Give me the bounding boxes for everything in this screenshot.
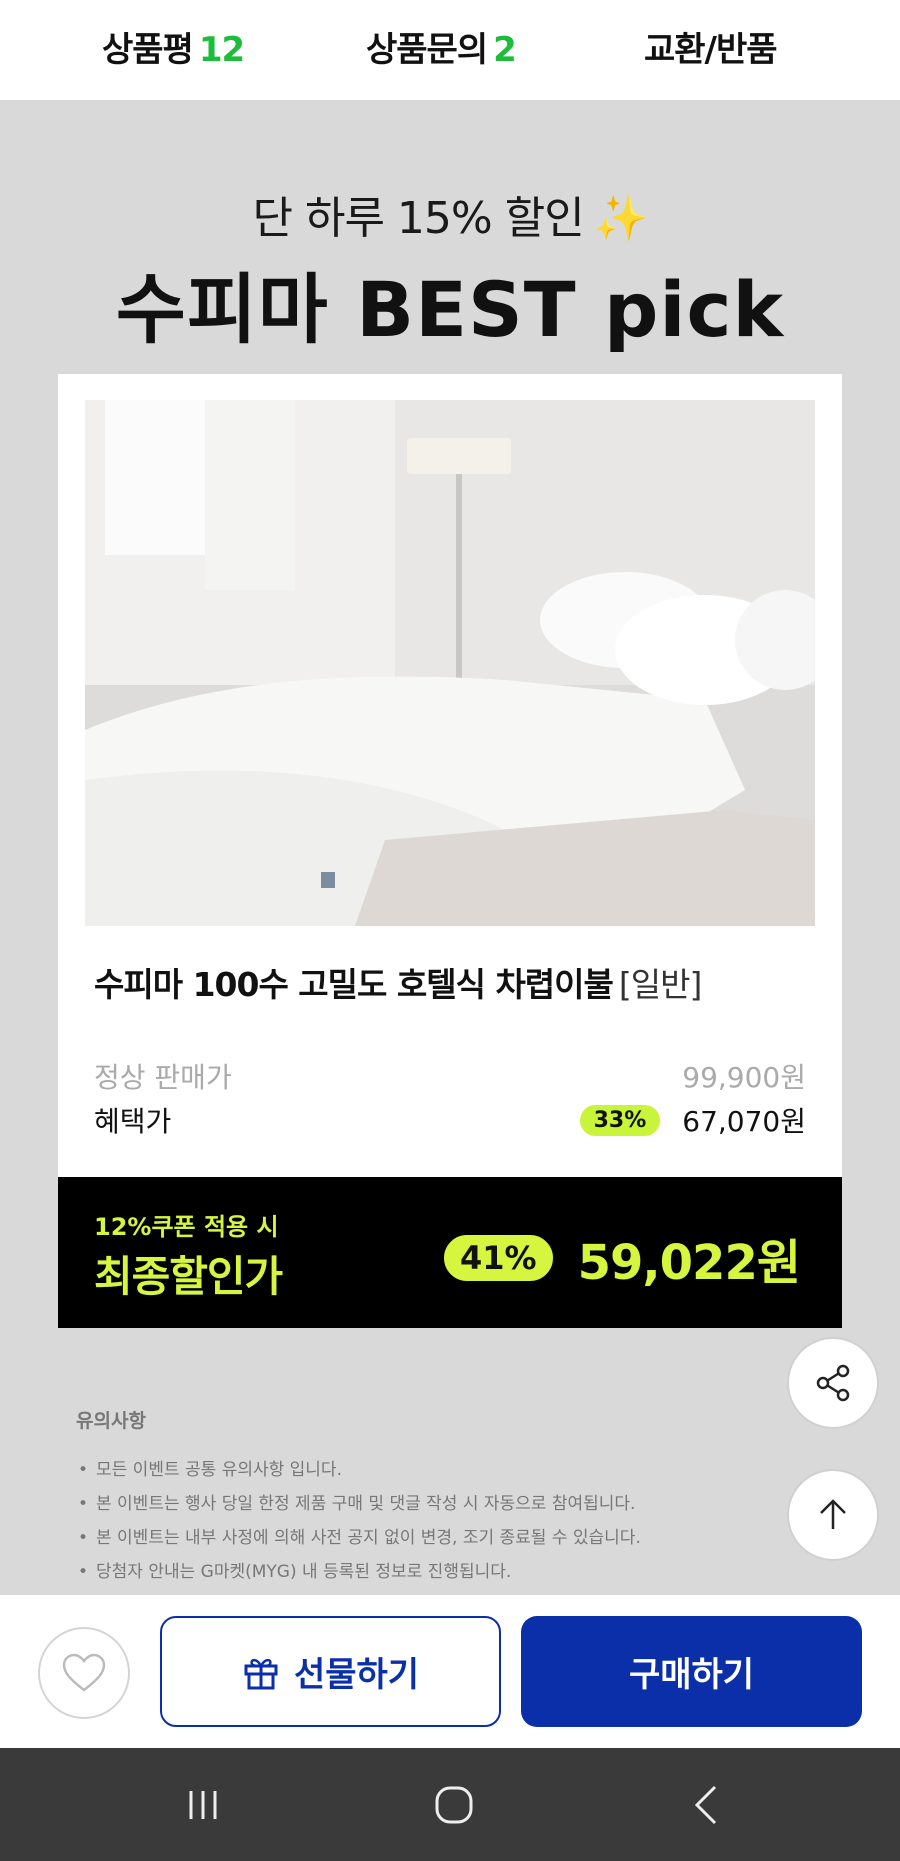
notice-list: 모든 이벤트 공통 유의사항 입니다. 본 이벤트는 행사 당일 한정 제품 구…	[76, 1453, 776, 1613]
buy-button-label: 구매하기	[628, 1655, 755, 1695]
gift-button[interactable]: 선물하기	[160, 1616, 501, 1727]
normal-price: 99,900원	[682, 1061, 806, 1094]
recent-apps-icon	[189, 1791, 217, 1819]
wishlist-button[interactable]	[38, 1627, 130, 1719]
sparkle-icon: ✨	[593, 193, 649, 244]
tab-reviews-label: 상품평	[102, 30, 194, 70]
normal-price-row: 정상 판매가 99,900원	[94, 1056, 806, 1096]
promo-banner: 단 하루 15% 할인 ✨ 수피마 BEST pick 수피마 100수 고밀도…	[0, 100, 900, 1613]
normal-price-label: 정상 판매가	[94, 1061, 232, 1094]
final-price: 59,022원	[577, 1235, 801, 1291]
benefit-price-row: 혜택가 33% 67,070원	[94, 1100, 806, 1140]
back-button[interactable]	[677, 1782, 737, 1828]
product-name-text: 수피마 100수 고밀도 호텔식 차렵이불	[94, 965, 614, 1004]
coupon-price-group: 41% 59,022원	[441, 1223, 801, 1293]
product-tag: [일반]	[618, 965, 702, 1004]
system-nav-bar	[0, 1748, 900, 1861]
coupon-price-banner: 12%쿠폰 적용 시 최종할인가 41% 59,022원	[58, 1177, 842, 1328]
share-button[interactable]	[787, 1337, 879, 1429]
tab-qna-count: 2	[493, 30, 517, 70]
home-icon	[435, 1786, 473, 1824]
product-card[interactable]: 수피마 100수 고밀도 호텔식 차렵이불 [일반] 정상 판매가 99,900원…	[58, 374, 842, 1328]
arrow-up-icon	[820, 1499, 846, 1529]
benefit-price-group: 33% 67,070원	[579, 1100, 806, 1140]
benefit-price-label: 혜택가	[94, 1105, 172, 1138]
recent-apps-button[interactable]	[173, 1782, 233, 1828]
heart-icon	[62, 1653, 106, 1692]
product-name: 수피마 100수 고밀도 호텔식 차렵이불 [일반]	[94, 958, 702, 1006]
tab-exchange-return[interactable]: 교환/반품	[644, 22, 778, 71]
notice-title: 유의사항	[76, 1410, 146, 1432]
promo-line-text: 단 하루 15% 할인	[252, 193, 585, 244]
tab-exchange-label: 교환/반품	[644, 30, 778, 70]
tab-qna[interactable]: 상품문의 2	[366, 22, 517, 71]
share-icon	[816, 1364, 850, 1402]
buy-button[interactable]: 구매하기	[521, 1616, 862, 1727]
promo-line: 단 하루 15% 할인 ✨	[0, 182, 900, 246]
tab-reviews[interactable]: 상품평 12	[102, 22, 245, 71]
notice-item: 당첨자 안내는 G마켓(MYG) 내 등록된 정보로 진행됩니다.	[76, 1555, 776, 1589]
home-button[interactable]	[424, 1782, 484, 1828]
product-tabs: 상품평 12 상품문의 2 교환/반품	[0, 0, 900, 100]
back-icon	[694, 1785, 717, 1825]
benefit-discount-badge: 33%	[579, 1104, 661, 1136]
notice-item: 본 이벤트는 내부 사정에 의해 사전 공지 없이 변경, 조기 종료될 수 있…	[76, 1521, 776, 1555]
tab-reviews-count: 12	[198, 30, 245, 70]
notice-item: 모든 이벤트 공통 유의사항 입니다.	[76, 1453, 776, 1487]
benefit-price: 67,070원	[682, 1105, 806, 1138]
coupon-subtitle: 12%쿠폰 적용 시	[94, 1213, 279, 1241]
notice-section: 유의사항 모든 이벤트 공통 유의사항 입니다. 본 이벤트는 행사 당일 한정…	[76, 1406, 776, 1613]
coupon-discount-badge: 41%	[441, 1232, 556, 1284]
purchase-action-bar: 선물하기 구매하기	[0, 1595, 900, 1748]
gift-button-label: 선물하기	[293, 1655, 420, 1695]
promo-headline: 수피마 BEST pick	[115, 265, 785, 354]
scroll-top-button[interactable]	[787, 1469, 879, 1561]
tab-qna-label: 상품문의	[366, 30, 488, 70]
notice-item: 본 이벤트는 행사 당일 한정 제품 구매 및 댓글 작성 시 자동으로 참여됩…	[76, 1487, 776, 1521]
bedding-image	[85, 400, 815, 926]
coupon-title: 최종할인가	[94, 1252, 283, 1301]
gift-icon	[244, 1658, 278, 1689]
product-photo	[85, 400, 815, 926]
